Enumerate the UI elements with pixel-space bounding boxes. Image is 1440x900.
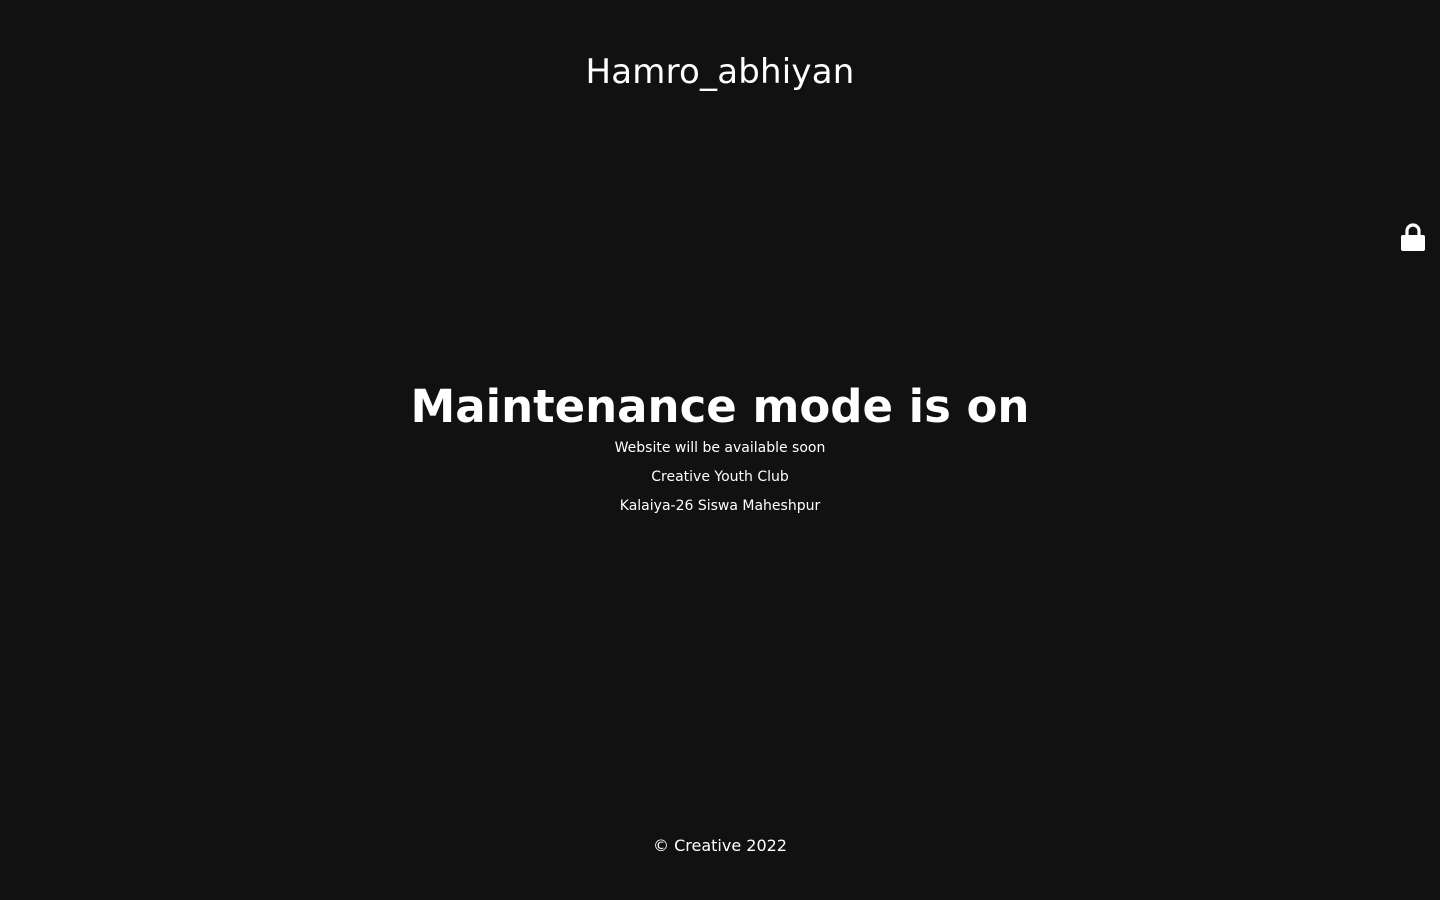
site-title: Hamro_abhiyan xyxy=(585,52,855,92)
organization-name: Creative Youth Club xyxy=(651,469,789,485)
maintenance-subtitle: Website will be available soon xyxy=(614,440,826,456)
footer-copyright: © Creative 2022 xyxy=(653,836,787,855)
maintenance-headline: Maintenance mode is on xyxy=(410,380,1030,433)
maintenance-page: Hamro_abhiyan Maintenance mode is on Web… xyxy=(0,0,1440,900)
lock-icon-graphic xyxy=(1401,223,1425,251)
lock-icon[interactable] xyxy=(1400,222,1426,252)
maintenance-content: Maintenance mode is on Website will be a… xyxy=(0,376,1440,516)
organization-address: Kalaiya-26 Siswa Maheshpur xyxy=(619,498,821,514)
